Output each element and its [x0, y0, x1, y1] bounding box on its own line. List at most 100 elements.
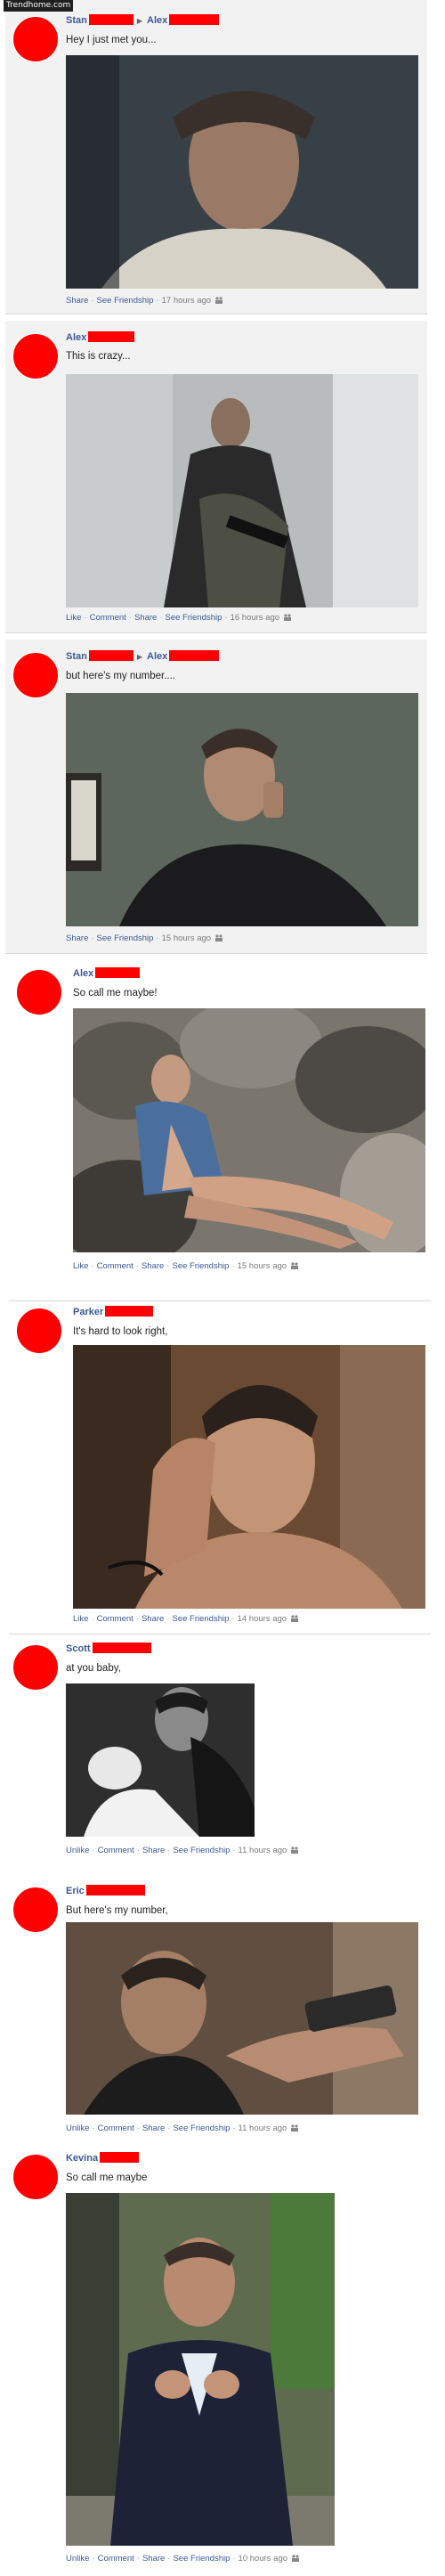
post-meta: Unlike · Comment · Share · See Friendship · 11 h…: [66, 2124, 299, 2134]
post-message: So call me maybe!: [73, 988, 158, 999]
right-arrow-icon: ▶: [136, 17, 142, 25]
post-message: It's hard to look right,: [73, 1326, 168, 1337]
unlike-link[interactable]: Unlike: [66, 2124, 89, 2133]
timestamp[interactable]: 17 hours ago: [162, 296, 211, 306]
post-photo[interactable]: [66, 2193, 335, 2546]
post-message: Hey I just met you...: [66, 35, 157, 45]
people-icon: [215, 297, 223, 304]
see-friendship-link[interactable]: See Friendship: [97, 933, 154, 943]
comment-link[interactable]: Comment: [98, 2554, 134, 2564]
people-icon: [291, 1262, 299, 1269]
share-link[interactable]: Share: [142, 1846, 165, 1855]
avatar[interactable]: [12, 333, 59, 379]
post-photo[interactable]: [66, 693, 418, 926]
comment-link[interactable]: Comment: [97, 1614, 134, 1624]
people-icon: [284, 614, 292, 621]
post-photo[interactable]: [66, 55, 418, 289]
redaction-bar: [169, 650, 220, 661]
share-link[interactable]: Share: [142, 1261, 164, 1271]
share-link[interactable]: Share: [142, 2554, 165, 2564]
right-arrow-icon: ▶: [136, 653, 142, 661]
post-meta: Unlike · Comment · Share · See Friendship · 10 h…: [66, 2554, 300, 2564]
avatar[interactable]: [16, 969, 62, 1015]
sender-name[interactable]: Stan: [66, 15, 87, 26]
share-link[interactable]: Share: [142, 1614, 164, 1624]
comment-link[interactable]: Comment: [98, 1846, 134, 1855]
sender-name[interactable]: Kevina: [66, 2153, 98, 2164]
sender-name[interactable]: Alex: [66, 332, 86, 343]
share-link[interactable]: Share: [142, 2124, 165, 2133]
avatar[interactable]: [12, 652, 59, 698]
recipient-name[interactable]: Alex: [147, 651, 167, 662]
sender-name[interactable]: Parker: [73, 1307, 103, 1317]
feed-post: Stan ▶ Alex Hey I just met you... Share · Se…: [5, 0, 427, 314]
see-friendship-link[interactable]: See Friendship: [173, 1846, 230, 1855]
feed-post: Stan ▶ Alex but here's my number.... Share…: [5, 640, 427, 954]
sender-name[interactable]: Eric: [66, 1886, 85, 1896]
post-meta: Like · Comment · Share · See Friendship · 15 hou…: [73, 1261, 299, 1272]
feed-post: Scott at you baby, Unlike · Comment · Share ·…: [5, 1639, 427, 1882]
post-photo[interactable]: [66, 1683, 255, 1837]
feed-post: Alex This is crazy... Like · Comment · Share…: [5, 321, 427, 633]
post-meta: Like · Comment · Share · See Friendship · 14 hou…: [73, 1614, 299, 1625]
timestamp[interactable]: 16 hours ago: [231, 613, 279, 623]
share-link[interactable]: Share: [66, 296, 88, 306]
timestamp[interactable]: 10 hours ago: [239, 2554, 287, 2564]
avatar[interactable]: [12, 2154, 59, 2200]
sender-name[interactable]: Alex: [73, 968, 93, 979]
redaction-bar: [95, 967, 141, 978]
redaction-bar: [105, 1306, 154, 1317]
people-icon: [291, 1846, 299, 1854]
recipient-name[interactable]: Alex: [147, 15, 167, 26]
see-friendship-link[interactable]: See Friendship: [173, 1261, 230, 1271]
post-message: But here's my number,: [66, 1905, 168, 1916]
redaction-bar: [92, 1643, 151, 1653]
post-message: This is crazy...: [66, 351, 131, 362]
post-photo[interactable]: [66, 374, 418, 607]
timestamp[interactable]: 14 hours ago: [238, 1614, 287, 1624]
see-friendship-link[interactable]: See Friendship: [173, 1614, 230, 1624]
redaction-bar: [100, 2152, 140, 2163]
people-icon: [291, 2124, 299, 2132]
timestamp[interactable]: 11 hours ago: [239, 2124, 287, 2133]
site-watermark: Trendhome.com: [4, 0, 74, 12]
post-meta: Share · See Friendship · 17 hours ago: [66, 296, 223, 306]
post-meta: Share · See Friendship · 15 hours ago: [66, 933, 223, 944]
post-meta: Like · Comment · Share · See Friendship · 16 hou…: [66, 613, 292, 624]
post-meta: Unlike · Comment · Share · See Friendship · 11 h…: [66, 1846, 299, 1856]
timestamp[interactable]: 15 hours ago: [238, 1261, 287, 1271]
redaction-bar: [85, 1885, 145, 1895]
share-link[interactable]: Share: [66, 933, 88, 943]
feed-post: Eric But here's my number, Unlike · Commen…: [5, 1881, 427, 2149]
comment-link[interactable]: Comment: [98, 2124, 134, 2133]
people-icon: [291, 1615, 299, 1622]
comment-link[interactable]: Comment: [90, 613, 126, 623]
see-friendship-link[interactable]: See Friendship: [166, 613, 222, 623]
like-link[interactable]: Like: [73, 1614, 88, 1624]
sender-name[interactable]: Stan: [66, 651, 87, 662]
like-link[interactable]: Like: [73, 1261, 88, 1271]
sender-name[interactable]: Scott: [66, 1643, 91, 1654]
avatar[interactable]: [12, 1887, 59, 1933]
unlike-link[interactable]: Unlike: [66, 2554, 89, 2564]
post-photo[interactable]: [73, 1008, 425, 1252]
see-friendship-link[interactable]: See Friendship: [97, 296, 154, 306]
timestamp[interactable]: 11 hours ago: [239, 1846, 287, 1855]
feed-post: Kevina So call me maybe Unlike · Comment · S…: [5, 2148, 427, 2576]
post-photo[interactable]: [66, 1922, 418, 2115]
see-friendship-link[interactable]: See Friendship: [173, 2554, 230, 2564]
people-icon: [292, 2555, 300, 2562]
feed-post: Parker It's hard to look right, Like · Com…: [9, 1302, 431, 1634]
like-link[interactable]: Like: [66, 613, 81, 623]
comment-link[interactable]: Comment: [97, 1261, 134, 1271]
avatar[interactable]: [16, 1308, 62, 1354]
share-link[interactable]: Share: [134, 613, 157, 623]
people-icon: [215, 934, 223, 942]
timestamp[interactable]: 15 hours ago: [162, 933, 211, 943]
avatar[interactable]: [12, 1644, 59, 1691]
post-message: but here's my number....: [66, 671, 176, 681]
see-friendship-link[interactable]: See Friendship: [173, 2124, 230, 2133]
unlike-link[interactable]: Unlike: [66, 1846, 89, 1855]
avatar[interactable]: [12, 16, 59, 62]
post-photo[interactable]: [73, 1345, 425, 1609]
